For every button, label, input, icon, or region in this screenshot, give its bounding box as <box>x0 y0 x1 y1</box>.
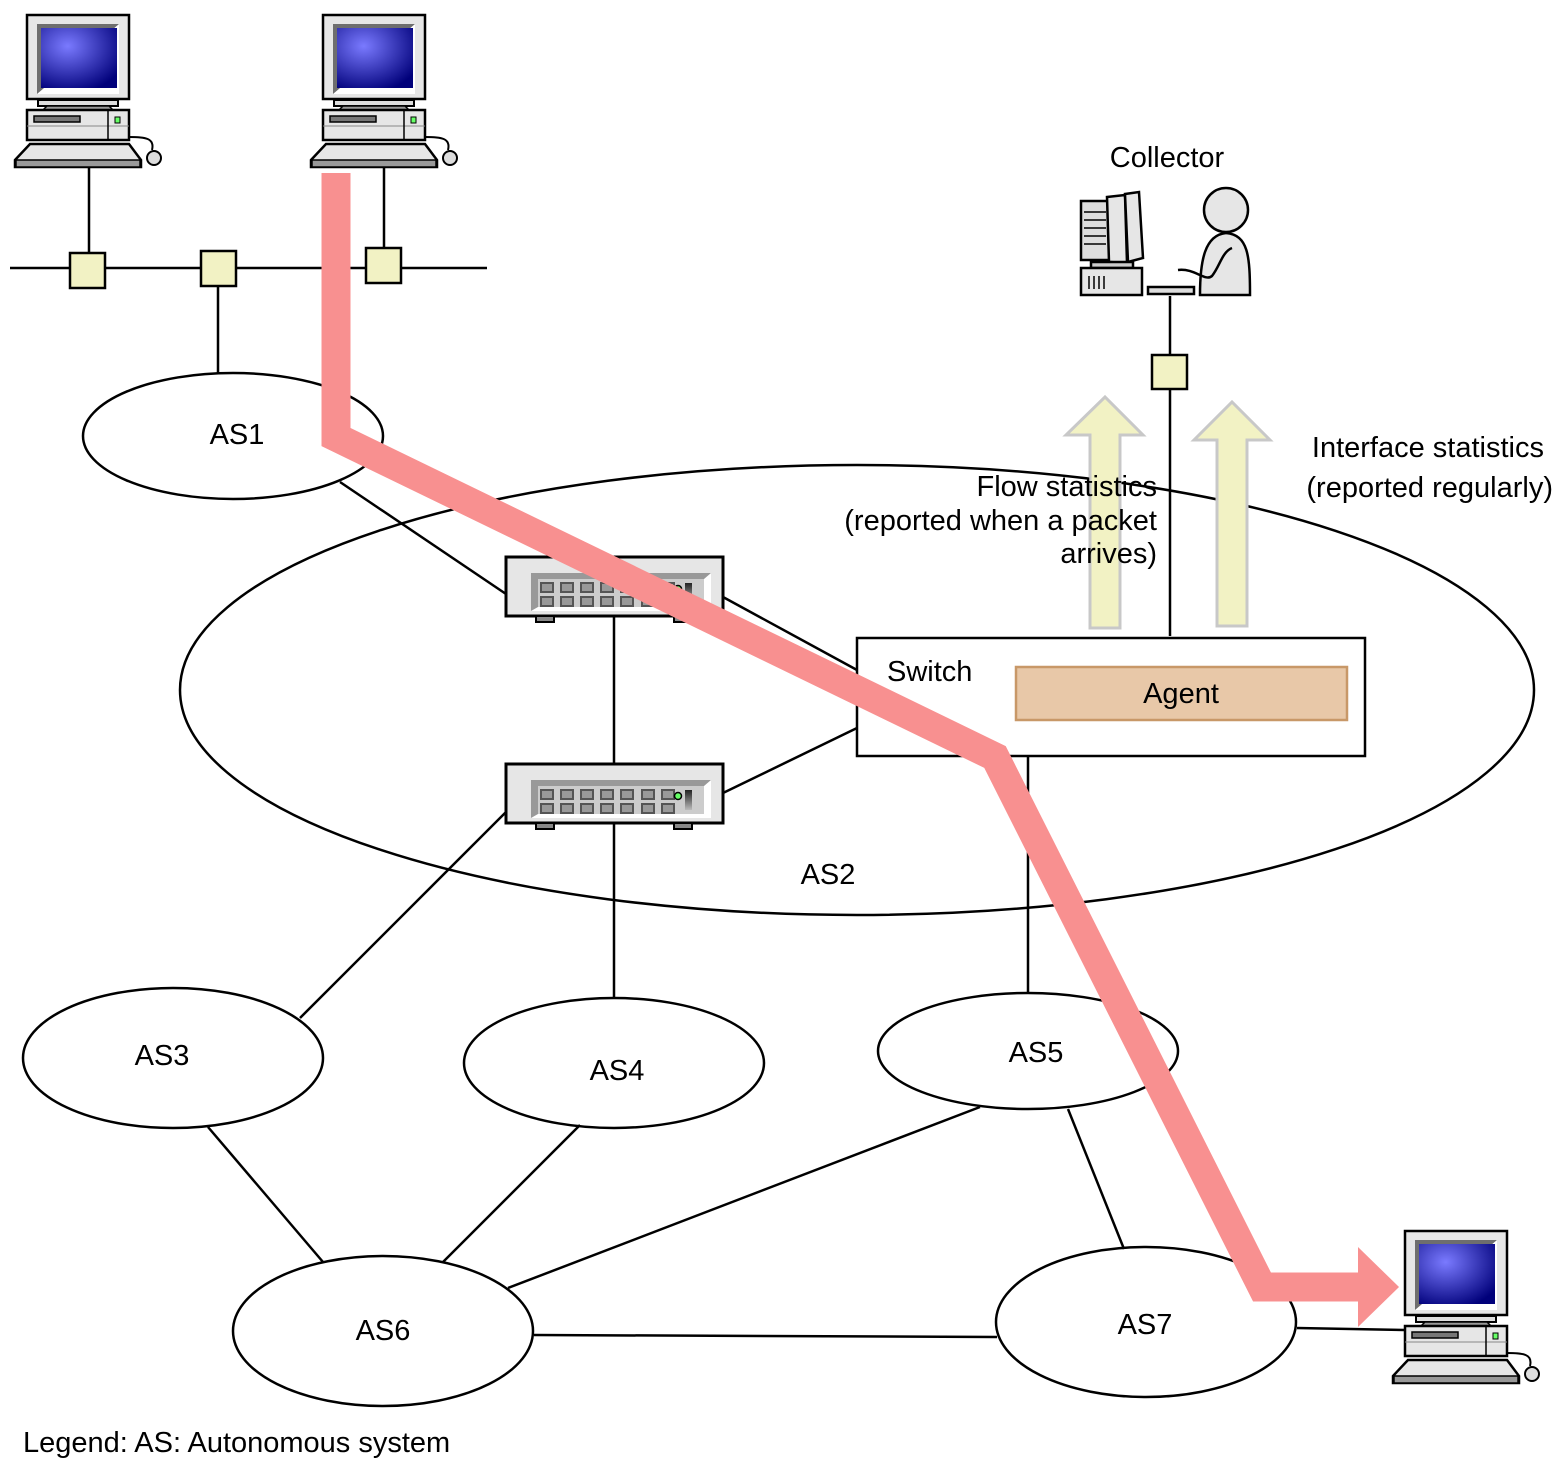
interface-stats-label: Interface statistics <box>1312 432 1544 464</box>
as7-label: AS7 <box>1118 1309 1173 1341</box>
link-line <box>722 726 858 795</box>
link-line <box>1296 1326 1406 1332</box>
link-line <box>1066 1108 1126 1250</box>
connector-box <box>364 246 403 285</box>
legend: Legend: AS: Autonomous system <box>23 1427 450 1459</box>
connector-box <box>1150 353 1189 391</box>
computer-icon <box>13 13 163 169</box>
link-line <box>207 1126 324 1263</box>
as6-label: AS6 <box>356 1315 411 1347</box>
computer-icon <box>309 13 459 169</box>
operator-at-computer-icon <box>1079 186 1252 297</box>
agent-label: Agent <box>1143 678 1219 710</box>
flow-stats-label: (reported when a packet <box>844 505 1157 537</box>
link-line <box>507 1105 981 1290</box>
network-switch-icon <box>504 762 725 831</box>
as1-label: AS1 <box>210 419 265 451</box>
network-diagram: Switch Agent Collector Flow statistics (… <box>10 13 1553 1459</box>
as5-label: AS5 <box>1009 1037 1064 1069</box>
flow-stats-label: Flow statistics <box>977 471 1157 503</box>
as4-label: AS4 <box>590 1055 645 1087</box>
interface-stats-label: (reported regularly) <box>1306 472 1553 504</box>
link-line <box>442 1124 581 1263</box>
connector-box <box>68 251 107 290</box>
switch-label: Switch <box>887 656 972 688</box>
collector-label: Collector <box>1110 142 1225 174</box>
link-line <box>533 1333 998 1339</box>
flow-stats-label: arrives) <box>1060 538 1157 570</box>
computer-icon <box>1391 1229 1541 1385</box>
link-line <box>299 811 507 1019</box>
as3-label: AS3 <box>135 1040 190 1072</box>
as2-label: AS2 <box>801 859 856 891</box>
interface-stats-up-arrow <box>1190 399 1274 628</box>
connector-box <box>199 249 238 288</box>
